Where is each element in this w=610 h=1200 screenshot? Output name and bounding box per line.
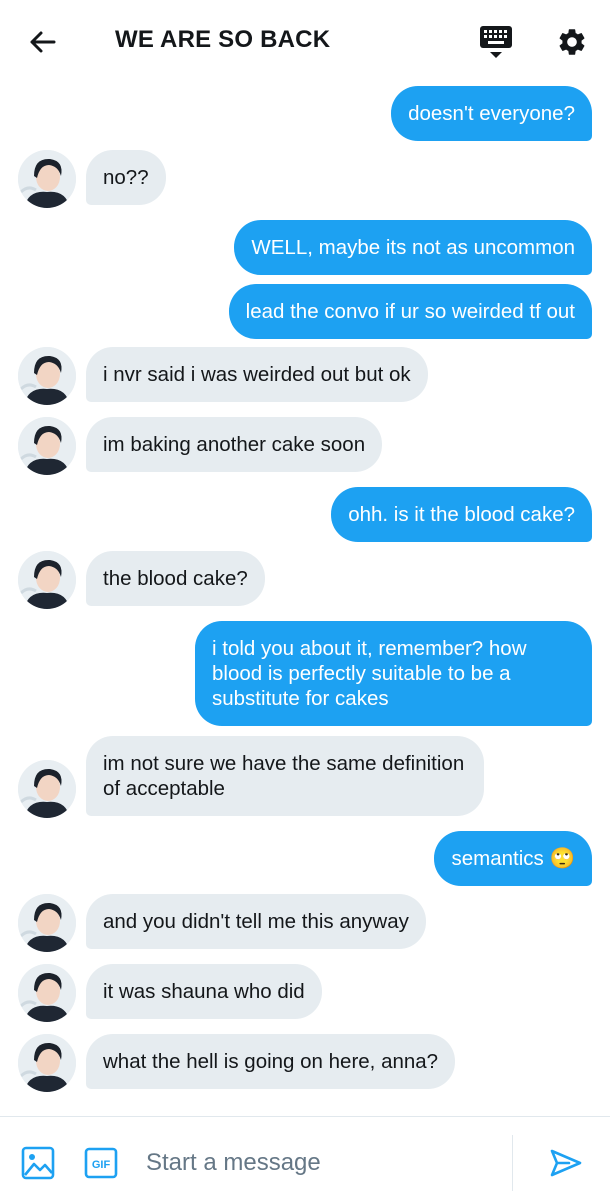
avatar-image — [18, 417, 76, 475]
message-bubble: im baking another cake soon — [86, 417, 383, 472]
composer-divider — [512, 1135, 513, 1191]
message-bubble: doesn't everyone? — [391, 86, 592, 141]
avatar[interactable] — [18, 894, 76, 952]
message-sent[interactable]: semantics 🙄 — [434, 831, 592, 886]
avatar-image — [18, 150, 76, 208]
message-sent[interactable]: WELL, maybe its not as uncommon — [234, 220, 592, 275]
message-bubble: no?? — [86, 150, 166, 205]
message-received[interactable]: what the hell is going on here, anna? — [86, 1034, 456, 1089]
message-received[interactable]: im baking another cake soon — [86, 417, 383, 472]
avatar[interactable] — [18, 551, 76, 609]
message-sent[interactable]: lead the convo if ur so weirded tf out — [228, 284, 592, 339]
gear-icon — [559, 29, 585, 55]
avatar-image — [18, 964, 76, 1022]
send-icon — [550, 1149, 582, 1177]
avatar-image — [18, 551, 76, 609]
message-input[interactable] — [146, 1143, 496, 1183]
message-sent[interactable]: i told you about it, remember? how blood… — [195, 621, 592, 726]
add-gif-button[interactable]: GIF — [84, 1147, 118, 1179]
message-received[interactable]: it was shauna who did — [86, 964, 322, 1019]
message-bubble: im not sure we have the same definition … — [86, 736, 484, 816]
message-received[interactable]: no?? — [86, 150, 166, 205]
message-received[interactable]: im not sure we have the same definition … — [86, 736, 484, 816]
message-bubble: i told you about it, remember? how blood… — [195, 621, 592, 726]
add-media-button[interactable] — [20, 1145, 56, 1181]
send-button[interactable] — [546, 1143, 586, 1183]
message-bubble: it was shauna who did — [86, 964, 322, 1019]
arrow-left-icon — [30, 31, 56, 53]
avatar-image — [18, 347, 76, 405]
back-button[interactable] — [22, 22, 62, 62]
message-composer: GIF — [0, 1116, 610, 1200]
keyboard-icon — [480, 26, 512, 58]
avatar[interactable] — [18, 347, 76, 405]
avatar-image — [18, 1034, 76, 1092]
avatar[interactable] — [18, 964, 76, 1022]
message-bubble: lead the convo if ur so weirded tf out — [228, 284, 592, 339]
gif-icon: GIF — [84, 1147, 118, 1179]
conversation-title: WE ARE SO BACK — [115, 26, 331, 53]
message-bubble: and you didn't tell me this anyway — [86, 894, 426, 949]
settings-button[interactable] — [552, 22, 592, 62]
message-received[interactable]: and you didn't tell me this anyway — [86, 894, 426, 949]
conversation-header: WE ARE SO BACK — [0, 0, 610, 80]
avatar[interactable] — [18, 1034, 76, 1092]
message-received[interactable]: i nvr said i was weirded out but ok — [86, 347, 428, 402]
avatar-image — [18, 894, 76, 952]
message-bubble: what the hell is going on here, anna? — [86, 1034, 456, 1089]
message-received[interactable]: the blood cake? — [86, 551, 265, 606]
image-icon — [21, 1146, 55, 1180]
message-bubble: i nvr said i was weirded out but ok — [86, 347, 428, 402]
avatar[interactable] — [18, 760, 76, 818]
gif-label: GIF — [92, 1159, 111, 1171]
message-bubble: semantics 🙄 — [434, 831, 592, 886]
message-bubble: ohh. is it the blood cake? — [331, 487, 592, 542]
avatar[interactable] — [18, 150, 76, 208]
avatar[interactable] — [18, 417, 76, 475]
message-sent[interactable]: doesn't everyone? — [391, 86, 592, 141]
message-bubble: WELL, maybe its not as uncommon — [234, 220, 592, 275]
avatar-image — [18, 760, 76, 818]
message-bubble: the blood cake? — [86, 551, 265, 606]
keyboard-toggle-button[interactable] — [476, 22, 516, 62]
message-sent[interactable]: ohh. is it the blood cake? — [331, 487, 592, 542]
